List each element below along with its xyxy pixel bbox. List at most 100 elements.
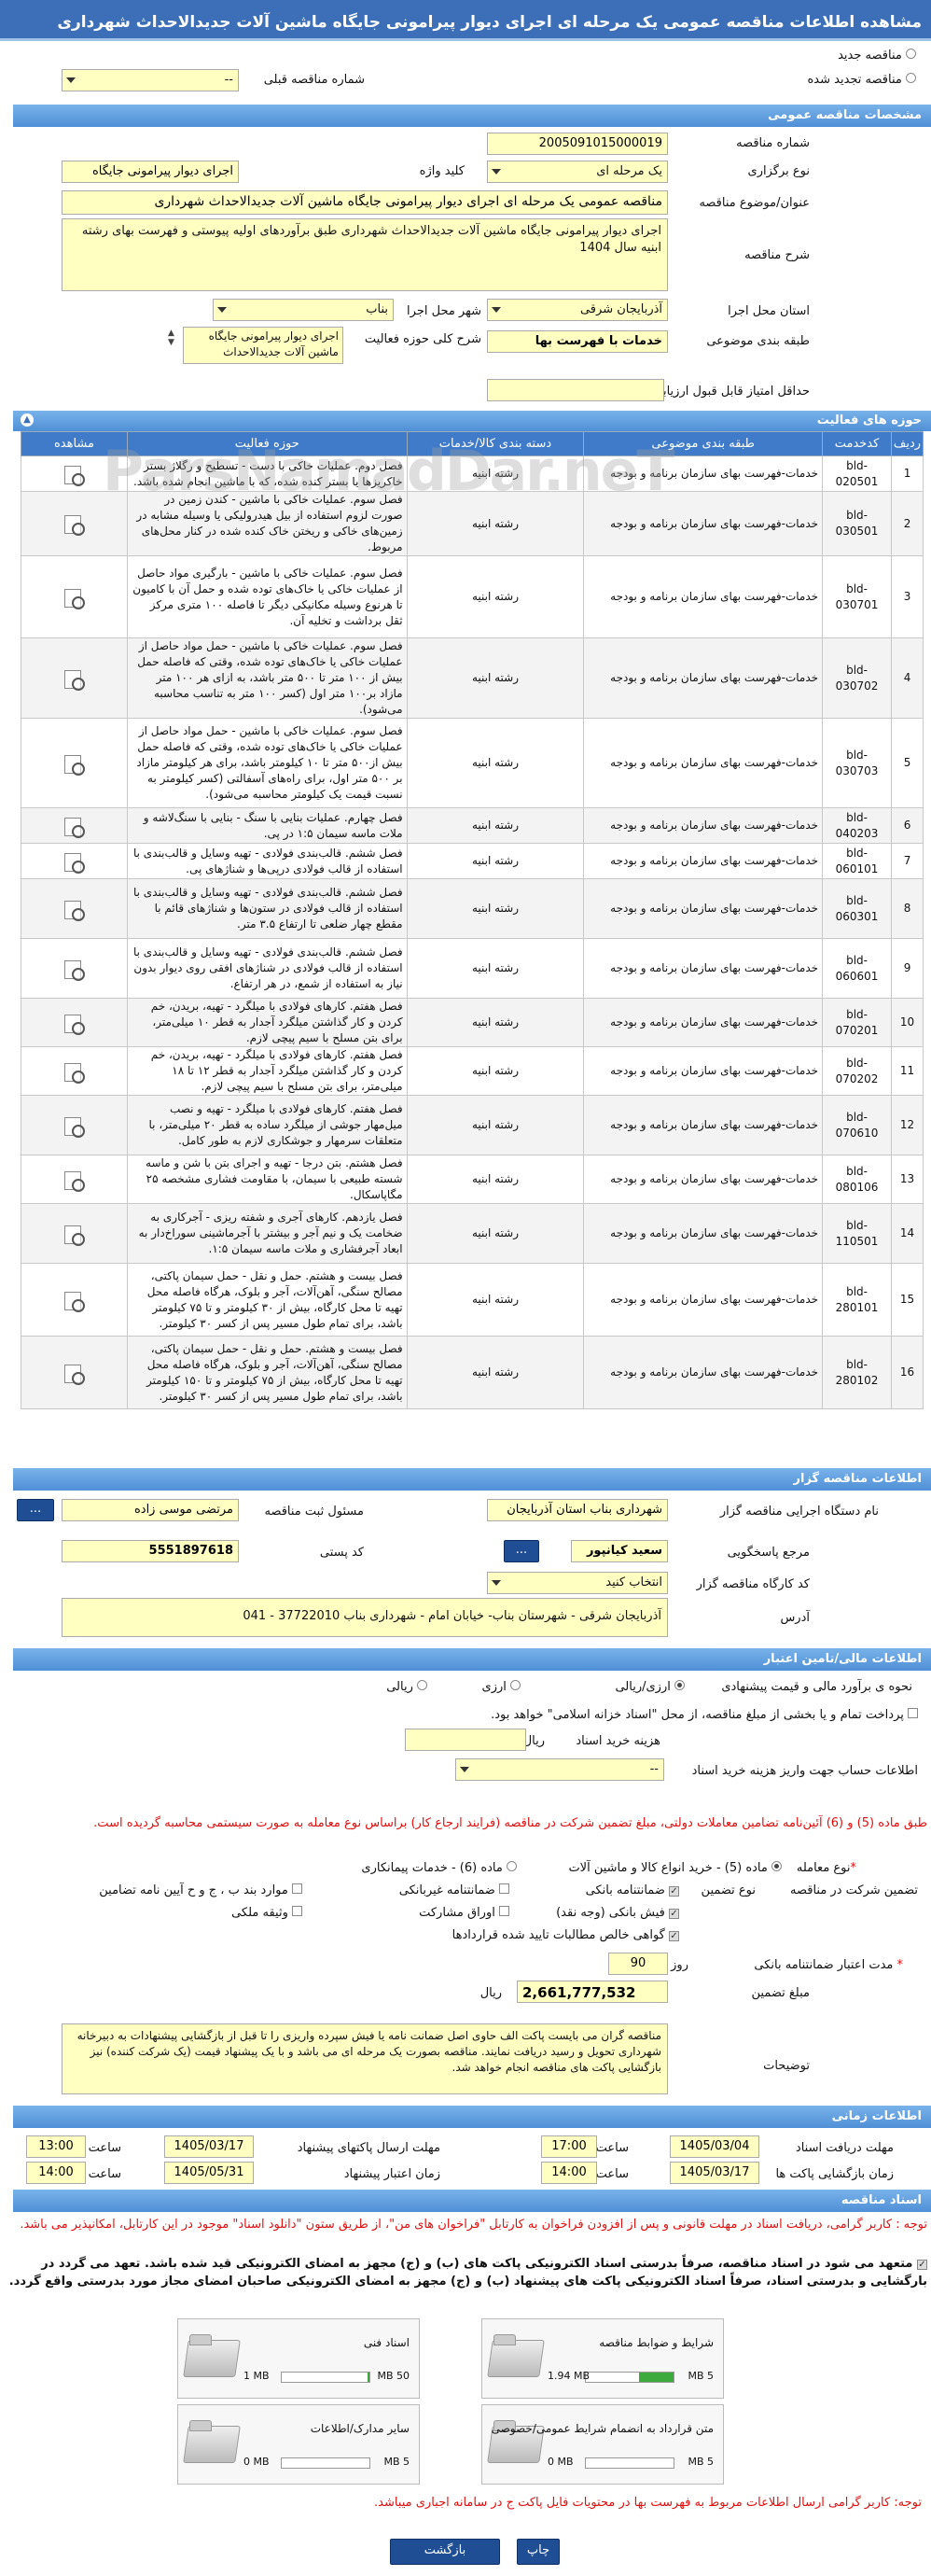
- view-cell[interactable]: [21, 1095, 128, 1155]
- magnifier-icon[interactable]: [63, 1115, 86, 1138]
- opt-rial[interactable]: ریالی: [386, 1680, 427, 1694]
- g7-check[interactable]: گواهی خالص مطالبات تایید شده قراردادها: [452, 1928, 679, 1942]
- view-cell[interactable]: [21, 1263, 128, 1337]
- view-cell[interactable]: [21, 998, 128, 1047]
- view-cell[interactable]: [21, 455, 128, 492]
- radio-renewed-icon[interactable]: [906, 73, 916, 83]
- magnifier-icon[interactable]: [63, 1290, 86, 1312]
- g6-check-icon[interactable]: [292, 1906, 302, 1916]
- recv-time-field[interactable]: 17:00: [541, 2135, 597, 2158]
- view-cell[interactable]: [21, 1046, 128, 1096]
- ref-browse-button[interactable]: ...: [504, 1540, 539, 1562]
- account-select[interactable]: --: [455, 1758, 664, 1781]
- magnifier-icon[interactable]: [63, 816, 86, 838]
- org-field[interactable]: شهرداری بناب استان آذربایجان: [487, 1499, 668, 1521]
- doc-box-other[interactable]: سایر مدارک/اطلاعات 5 MB 0 MB: [177, 2404, 420, 2485]
- magnifier-icon[interactable]: [63, 1224, 86, 1246]
- radio-new-icon[interactable]: [906, 49, 916, 59]
- g1-check-icon[interactable]: [669, 1886, 679, 1897]
- valid-time-field[interactable]: 14:00: [26, 2162, 86, 2184]
- scroll-arrows-icon[interactable]: ▲ ▼: [168, 329, 174, 347]
- postal-field[interactable]: 5551897618: [62, 1540, 239, 1562]
- back-button[interactable]: بازگشت: [390, 2539, 500, 2565]
- view-cell[interactable]: [21, 1155, 128, 1204]
- view-cell[interactable]: [21, 555, 128, 638]
- view-cell[interactable]: [21, 1203, 128, 1264]
- view-cell[interactable]: [21, 938, 128, 999]
- min-score-field[interactable]: [487, 379, 664, 401]
- treasury-check-icon[interactable]: [908, 1708, 918, 1718]
- treasury-checkbox[interactable]: پرداخت تمام و یا بخشی از مبلغ مناقصه، از…: [491, 1708, 918, 1722]
- deal-opt1[interactable]: ماده (5) - خرید انواع کالا و ماشین آلات: [568, 1861, 782, 1875]
- notes-field[interactable]: مناقصه گران می بایست پاکت الف حاوی اصل ض…: [62, 2023, 668, 2094]
- province-select[interactable]: آذربایجان شرقی: [487, 299, 668, 321]
- ref-field[interactable]: سعید کیانپور: [571, 1540, 668, 1562]
- radio-rial-icon[interactable]: [417, 1680, 427, 1690]
- activity-list[interactable]: اجرای دیوار پیرامونی جایگاه ماشین آلات ج…: [183, 327, 343, 364]
- address-field[interactable]: آذربایجان شرقی - شهرستان بناب- خیابان ام…: [62, 1598, 668, 1637]
- doc-box-technical[interactable]: اسناد فنی 50 MB 1 MB: [177, 2318, 420, 2399]
- view-cell[interactable]: [21, 1336, 128, 1409]
- prev-tender-select[interactable]: --: [62, 69, 239, 91]
- print-button[interactable]: چاپ: [517, 2539, 560, 2565]
- doc-box-contract[interactable]: متن قرارداد به انضمام شرایط عمومی/خصوصی …: [481, 2404, 724, 2485]
- commit-check-icon[interactable]: [917, 2260, 927, 2270]
- g1-check[interactable]: ضمانتنامه بانکی: [586, 1883, 679, 1897]
- workshop-select[interactable]: انتخاب کنید: [487, 1572, 668, 1594]
- send-time-field[interactable]: 13:00: [26, 2135, 86, 2158]
- g7-check-icon[interactable]: [669, 1931, 679, 1941]
- deal-opt2[interactable]: ماده (6) - خدمات پیمانکاری: [361, 1861, 517, 1875]
- doc-fee-field[interactable]: [405, 1729, 526, 1751]
- radio-rial-fx-icon[interactable]: [674, 1680, 685, 1690]
- resp-more-button[interactable]: ...: [17, 1499, 54, 1521]
- g4-check[interactable]: فیش بانکی (وجه نقد): [556, 1906, 679, 1920]
- magnifier-icon[interactable]: [63, 753, 86, 776]
- collapse-icon[interactable]: ▲: [21, 413, 34, 427]
- radio-new-tender[interactable]: مناقصه جدید: [838, 49, 916, 63]
- opt-fx[interactable]: ارزی: [482, 1680, 521, 1694]
- activity-item[interactable]: اجرای دیوار پیرامونی جایگاه: [188, 329, 339, 344]
- g5-check-icon[interactable]: [499, 1906, 509, 1916]
- subject-field[interactable]: مناقصه عمومی یک مرحله ای اجرای دیوار پیر…: [62, 190, 668, 215]
- magnifier-icon[interactable]: [63, 1061, 86, 1084]
- magnifier-icon[interactable]: [63, 668, 86, 691]
- city-select[interactable]: بناب: [213, 299, 394, 321]
- radio-renewed-tender[interactable]: مناقصه تجدید شده: [807, 73, 916, 87]
- magnifier-icon[interactable]: [63, 513, 86, 536]
- doc-box-terms[interactable]: شرایط و ضوابط مناقصه 5 MB 1.94 MB: [481, 2318, 724, 2399]
- view-cell[interactable]: [21, 807, 128, 844]
- radio-deal1-icon[interactable]: [771, 1861, 782, 1871]
- magnifier-icon[interactable]: [63, 1363, 86, 1385]
- view-cell[interactable]: [21, 491, 128, 556]
- g2-check[interactable]: ضمانتنامه غیربانکی: [399, 1883, 509, 1897]
- validity-field[interactable]: 90: [608, 1953, 668, 1975]
- view-cell[interactable]: [21, 637, 128, 719]
- activity-item[interactable]: ماشین آلات جدیدالاحداث: [188, 344, 339, 360]
- category-field[interactable]: خدمات با فهرست بها: [487, 330, 668, 353]
- g5-check[interactable]: اوراق مشارکت: [419, 1906, 509, 1920]
- magnifier-icon[interactable]: [63, 1013, 86, 1035]
- recv-date-field[interactable]: 1405/03/04: [670, 2135, 759, 2158]
- open-time-field[interactable]: 14:00: [541, 2162, 597, 2184]
- opt-rial-fx[interactable]: ارزی/ریالی: [615, 1680, 685, 1694]
- amount-field[interactable]: 2,661,777,532: [517, 1981, 668, 2003]
- g2-check-icon[interactable]: [499, 1883, 509, 1894]
- magnifier-icon[interactable]: [63, 851, 86, 874]
- g6-check[interactable]: وثیقه ملکی: [231, 1906, 302, 1920]
- desc-field[interactable]: اجرای دیوار پیرامونی جایگاه ماشین آلات ج…: [62, 218, 668, 291]
- open-date-field[interactable]: 1405/03/17: [670, 2162, 759, 2184]
- g3-check-icon[interactable]: [292, 1883, 302, 1894]
- keyword-field[interactable]: اجرای دیوار پیرامونی جایگاه: [62, 161, 239, 183]
- resp-field[interactable]: مرتضی موسی زاده: [62, 1499, 239, 1521]
- radio-fx-icon[interactable]: [510, 1680, 521, 1690]
- valid-date-field[interactable]: 1405/05/31: [164, 2162, 254, 2184]
- g3-check[interactable]: موارد بند ب ، ج و ح آیین نامه تضامین: [99, 1883, 302, 1897]
- magnifier-icon[interactable]: [63, 464, 86, 486]
- type-select[interactable]: یک مرحله ای: [487, 161, 668, 183]
- magnifier-icon[interactable]: [63, 1169, 86, 1192]
- magnifier-icon[interactable]: [63, 959, 86, 981]
- view-cell[interactable]: [21, 878, 128, 939]
- radio-deal2-icon[interactable]: [507, 1861, 517, 1871]
- magnifier-icon[interactable]: [63, 899, 86, 921]
- view-cell[interactable]: [21, 843, 128, 879]
